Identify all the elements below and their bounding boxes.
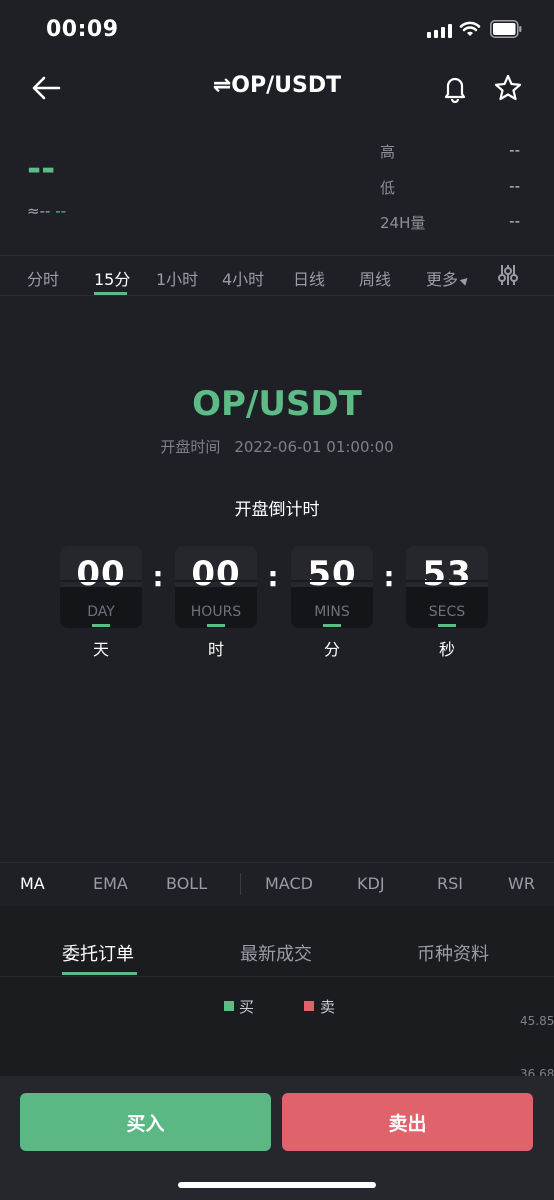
card-fold [291,580,373,582]
divider [0,255,554,256]
countdown-hours-cn: 时 [207,640,224,659]
stat-low-label: 低 [380,179,396,197]
divider [0,295,554,296]
divider [0,976,554,977]
card-fold [406,580,488,582]
legend-buy-swatch [224,1001,234,1011]
stat-high-label: 高 [380,143,396,161]
countdown-days-value: 00 [76,554,126,594]
star-icon[interactable] [493,73,523,103]
indicator-separator [240,873,241,895]
stat-low-value: -- [509,177,520,195]
signal-icon [427,24,452,38]
countdown-mins-cn: 分 [323,640,340,659]
more-label: 更多 [426,270,459,289]
card-accent [92,624,110,627]
tab-indicator-boll[interactable]: BOLL [166,874,207,893]
open-time-label: 开盘时间 [160,438,221,456]
tab-timeframe-4h[interactable]: 4小时 [222,266,264,290]
price-approx: ≈-- -- [27,202,66,220]
legend-sell-label: 卖 [320,998,336,1016]
countdown-pair: OP/USDT [192,384,362,424]
price-change: -- [55,202,67,220]
tab-latest-trades[interactable]: 最新成交 [240,940,312,966]
card-accent [438,624,456,627]
active-tab-underline [62,972,137,975]
last-price: -- [27,149,56,189]
countdown-secs-value: 53 [422,554,472,594]
countdown-mins-card: 50 MINS [291,546,373,628]
card-accent [323,624,341,627]
open-time: 开盘时间 2022-06-01 01:00:00 [0,436,554,457]
chart-settings-icon[interactable] [496,263,520,287]
tab-timeframe-more[interactable]: 更多 [426,266,471,290]
countdown-hours-value: 00 [191,554,241,594]
countdown-secs-unit: SECS [428,604,466,620]
tab-orders[interactable]: 委托订单 [62,940,134,966]
legend-buy-label: 买 [239,998,255,1016]
stat-high-value: -- [509,141,520,159]
tab-timeframe-15m[interactable]: 15分 [94,266,130,290]
dropdown-triangle-icon [459,275,471,286]
tab-indicator-kdj[interactable]: KDJ [357,874,385,893]
tab-indicator-rsi[interactable]: RSI [437,874,463,893]
countdown-mins-value: 50 [307,554,357,594]
tab-indicator-ema[interactable]: EMA [93,874,128,893]
countdown-mins-unit: MINS [314,604,350,620]
legend-sell-swatch [304,1001,314,1011]
card-fold [60,580,142,582]
stat-volume-value: -- [509,212,520,230]
tab-timeframe-line[interactable]: 分时 [27,266,59,290]
buy-button[interactable]: 买入 [20,1093,271,1151]
card-fold [175,580,257,582]
tab-timeframe-1w[interactable]: 周线 [359,266,391,290]
colon: : [383,560,395,593]
sell-button[interactable]: 卖出 [282,1093,533,1151]
divider [0,862,554,863]
home-indicator [178,1182,376,1188]
tab-timeframe-1d[interactable]: 日线 [293,266,325,290]
countdown-hours-unit: HOURS [190,604,242,620]
bell-icon[interactable] [440,73,470,103]
tab-indicator-wr[interactable]: WR [508,874,535,893]
status-bar: 00:09 [0,0,554,60]
stat-volume-label: 24H量 [380,214,426,232]
tab-timeframe-1h[interactable]: 1小时 [156,266,198,290]
countdown-hours-card: 00 HOURS [175,546,257,628]
colon: : [267,560,279,593]
countdown-days-card: 00 DAY [60,546,142,628]
pair-title[interactable]: ⇌OP/USDT [0,73,554,98]
countdown-secs-cn: 秒 [438,640,455,659]
countdown-days-unit: DAY [87,604,115,620]
countdown-title: 开盘倒计时 [234,500,320,520]
colon: : [152,560,164,593]
battery-icon [490,20,522,38]
approx-value: ≈-- [27,202,51,220]
tab-indicator-ma[interactable]: MA [20,874,45,893]
tab-indicator-macd[interactable]: MACD [265,874,313,893]
wifi-icon [459,21,481,36]
card-accent [207,624,225,627]
depth-axis-value: 45.85 [520,1014,554,1028]
countdown-secs-card: 53 SECS [406,546,488,628]
open-time-value: 2022-06-01 01:00:00 [234,438,394,456]
status-time: 00:09 [46,17,119,42]
countdown-days-cn: 天 [92,640,109,659]
tab-coin-info[interactable]: 币种资料 [417,940,489,966]
